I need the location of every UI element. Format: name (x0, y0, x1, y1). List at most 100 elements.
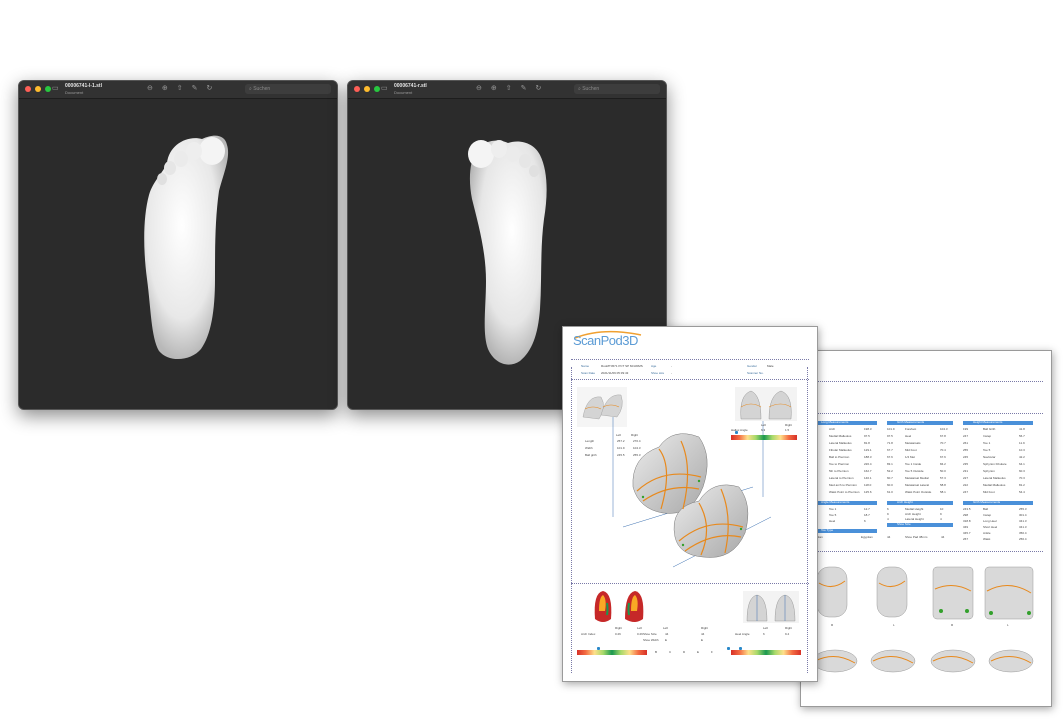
table-cell: 222 (963, 483, 969, 487)
rotate-icon[interactable]: ↻ (207, 84, 213, 94)
table-cell: Arch (829, 427, 836, 431)
traffic-lights (354, 86, 380, 92)
arch-footprints (594, 591, 644, 622)
table-cell: 188.3 (864, 455, 872, 459)
minimize-light[interactable] (35, 86, 41, 92)
search-icon: ⌕ (249, 86, 252, 92)
zoom-in-icon[interactable]: ⊕ (491, 84, 497, 94)
toolbar: ⊖ ⊕ ⇧ ✎ ↻ (147, 84, 212, 94)
shoe-left: 44 (887, 535, 891, 539)
table-cell: Long Heel (983, 519, 997, 523)
zoom-out-icon[interactable]: ⊖ (147, 84, 153, 94)
zoom-out-icon[interactable]: ⊖ (476, 84, 482, 94)
table-cell: Medial Malleolus (829, 434, 852, 438)
shoe-mid: Shoe Pad 38mm (905, 535, 928, 539)
scale-marker (727, 647, 730, 650)
table-cell: 70.3 (1019, 476, 1025, 480)
table-cell: 235 (963, 462, 969, 466)
divider (571, 359, 809, 360)
table-cell: Ball girth (585, 453, 597, 457)
table-cell: 255.3 (1019, 507, 1027, 511)
search-field[interactable]: ⌕ Suchen (574, 84, 660, 94)
close-light[interactable] (354, 86, 360, 92)
share-icon[interactable]: ⇧ (506, 84, 512, 94)
zoom-light[interactable] (374, 86, 380, 92)
table-cell: 345.7 (963, 531, 971, 535)
table-cell: Lateral Malleolus (983, 476, 1006, 480)
stl-viewer-window-left[interactable]: ▭ 00006741-l-1.stl Document ⊖ ⊕ ⇧ ✎ ↻ ⌕ … (18, 80, 338, 410)
table-cell: 67.8 (940, 434, 946, 438)
table-cell: 349 (963, 525, 969, 529)
table-cell: 247 (963, 434, 969, 438)
table-cell: 247 (963, 490, 969, 494)
sidebar-icon[interactable]: ▭ (52, 84, 59, 93)
table-cell: 350.4 (1019, 531, 1027, 535)
table-cell: 67.6 (887, 455, 893, 459)
foot-views (812, 566, 1034, 673)
zoom-in-icon[interactable]: ⊕ (162, 84, 168, 94)
table-cell: Waist Point Outside (905, 490, 932, 494)
table-cell: 199 (963, 427, 969, 431)
table-cell: Toe 5 Outside (905, 469, 924, 473)
heel-scale (731, 650, 801, 655)
window-titlebar[interactable]: ▭ 00006741-l-1.stl Document ⊖ ⊕ ⇧ ✎ ↻ ⌕ … (19, 81, 337, 99)
table-cell: Toe 1 Inside (905, 462, 922, 466)
search-field[interactable]: ⌕ Suchen (245, 84, 331, 94)
table-cell: 52.2 (887, 469, 893, 473)
table-cell: 67.7 (887, 448, 893, 452)
table-cell: Lateral Height (905, 517, 924, 521)
table-cell: Length (585, 439, 595, 443)
age-label: Age (651, 364, 657, 368)
table-cell: 56.7 (1019, 434, 1025, 438)
markup-icon[interactable]: ✎ (192, 84, 198, 94)
table-cell: 11.9 (1019, 441, 1025, 445)
rotate-icon[interactable]: ↻ (536, 84, 542, 94)
table-cell: Shoe Width (643, 638, 659, 642)
report-page-back[interactable]: Long Measurements SPMArch198.3SMTMedial … (800, 350, 1052, 707)
divider (809, 381, 1043, 382)
table-cell: 4 (887, 517, 889, 521)
table-cell: Ball to Pternion (829, 455, 850, 459)
scan-date-label: Scan Date (581, 371, 596, 375)
arch-scale (577, 650, 647, 655)
markup-icon[interactable]: ✎ (521, 84, 527, 94)
share-icon[interactable]: ⇧ (177, 84, 183, 94)
table-cell: Mid Foot (983, 490, 995, 494)
table-cell: Metatarsals (905, 441, 921, 445)
heel-views-bottom (743, 591, 799, 623)
heel-label: Heel Angle (735, 632, 750, 636)
table-cell: Toe to Pternion (829, 462, 850, 466)
table-cell: Lateral Malleolus (829, 441, 852, 445)
table-cell: 226.4 (864, 462, 872, 466)
left-header: Left (637, 626, 643, 630)
zoom-light[interactable] (45, 86, 51, 92)
table-cell: 58.1 (940, 490, 946, 494)
view-label: R (951, 623, 954, 627)
table-cell: 41.8 (1019, 427, 1025, 431)
table-cell: 9 (940, 512, 942, 516)
table-cell: Medial Height (905, 507, 924, 511)
3d-viewport[interactable] (19, 99, 337, 409)
toe-title: Toe Type (821, 528, 834, 532)
hallux-right: 1.5 (785, 428, 790, 432)
logo: ScanPod3D (573, 333, 638, 348)
gender-label: Gender (747, 364, 758, 368)
minimize-light[interactable] (364, 86, 370, 92)
table-cell: Lateral to Pternion (829, 476, 854, 480)
window-titlebar[interactable]: ▭ 00006741-r.stl Document ⊖ ⊕ ⇧ ✎ ↻ ⌕ Su… (348, 81, 666, 99)
scale-marker (735, 431, 738, 434)
table-cell: 97.5 (887, 434, 893, 438)
heel-left: 6 (763, 632, 765, 636)
report-page-front[interactable]: ScanPod3D Name RuoMT4571 PCT SP 60130MS … (562, 326, 818, 682)
close-light[interactable] (25, 86, 31, 92)
name-label: Name (581, 364, 590, 368)
table-cell: Shoe Size (643, 632, 657, 636)
table-cell: 10 (940, 507, 944, 511)
shoe-size-value: - (671, 371, 672, 375)
name-value: RuoMT4571 PCT SP 60130MS (601, 364, 643, 368)
age-value: - (671, 364, 672, 368)
sidebar-icon[interactable]: ▭ (381, 84, 388, 93)
table-cell: Med arch to Pternion (829, 483, 857, 487)
table-cell: 9 (887, 512, 889, 516)
table-cell: 67.6 (940, 455, 946, 459)
